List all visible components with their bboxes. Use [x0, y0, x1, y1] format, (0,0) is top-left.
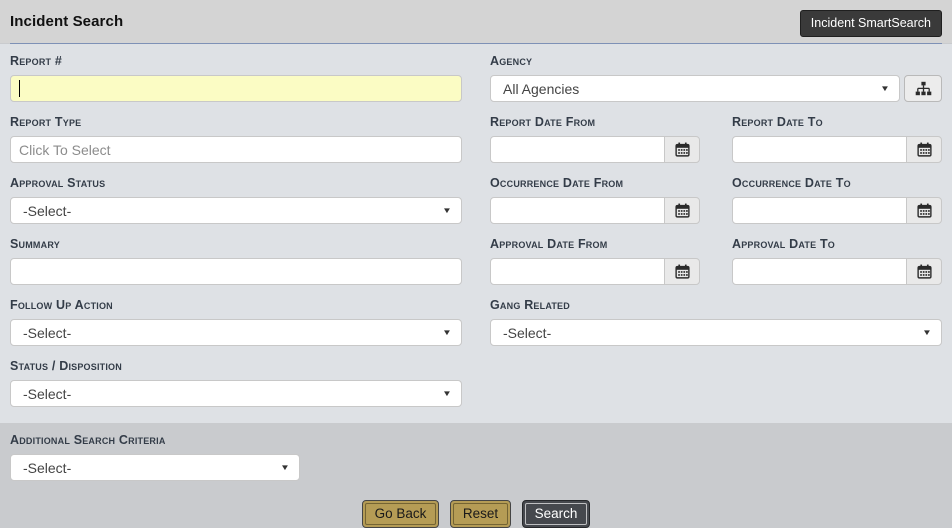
report-date-from-input[interactable] [490, 136, 665, 163]
agency-hierarchy-button[interactable] [904, 75, 942, 102]
follow-up-action-select[interactable]: -Select- ▼ [10, 319, 462, 346]
agency-value: All Agencies [503, 81, 881, 97]
occurrence-date-to-input[interactable] [732, 197, 907, 224]
approval-date-to-label: Approval Date To [732, 237, 942, 251]
approval-status-field: Approval Status -Select- ▼ [10, 176, 462, 224]
gang-related-select[interactable]: -Select- ▼ [490, 319, 942, 346]
additional-search-criteria-value: -Select- [23, 460, 281, 476]
report-type-field: Report Type [10, 115, 462, 163]
approval-date-from-label: Approval Date From [490, 237, 700, 251]
lower-section: Additional Search Criteria -Select- ▼ Go… [0, 423, 952, 528]
page-header: Incident Search Incident SmartSearch [0, 0, 952, 43]
calendar-icon [917, 264, 932, 279]
report-date-from-field: Report Date From [490, 115, 700, 163]
occurrence-date-to-label: Occurrence Date To [732, 176, 942, 190]
chevron-down-icon: ▼ [442, 206, 452, 215]
chevron-down-icon: ▼ [442, 328, 452, 337]
approval-status-value: -Select- [23, 203, 443, 219]
search-form-panel: Report # Report Type Approval Status -Se… [0, 44, 952, 423]
gang-related-label: Gang Related [490, 298, 942, 312]
status-disposition-field: Status / Disposition -Select- ▼ [10, 359, 462, 407]
action-buttons: Go Back Reset Search [10, 500, 942, 528]
approval-status-select[interactable]: -Select- ▼ [10, 197, 462, 224]
calendar-icon [675, 142, 690, 157]
left-column: Report # Report Type Approval Status -Se… [10, 54, 462, 420]
summary-label: Summary [10, 237, 462, 251]
go-back-button[interactable]: Go Back [362, 500, 440, 528]
follow-up-action-field: Follow Up Action -Select- ▼ [10, 298, 462, 346]
text-caret [19, 80, 20, 97]
sitemap-icon [915, 81, 932, 96]
report-date-to-label: Report Date To [732, 115, 942, 129]
approval-date-from-calendar-button[interactable] [664, 258, 700, 285]
chevron-down-icon: ▼ [880, 84, 890, 93]
report-number-input[interactable] [10, 75, 462, 102]
occurrence-date-from-input[interactable] [490, 197, 665, 224]
approval-status-label: Approval Status [10, 176, 462, 190]
summary-input[interactable] [10, 258, 462, 285]
chevron-down-icon: ▼ [442, 389, 452, 398]
occurrence-date-to-calendar-button[interactable] [906, 197, 942, 224]
follow-up-action-value: -Select- [23, 325, 443, 341]
right-column: Agency All Agencies ▼ [490, 54, 942, 359]
approval-date-from-field: Approval Date From [490, 237, 700, 285]
occurrence-date-from-field: Occurrence Date From [490, 176, 700, 224]
calendar-icon [917, 142, 932, 157]
report-type-label: Report Type [10, 115, 462, 129]
report-type-input[interactable] [10, 136, 462, 163]
agency-label: Agency [490, 54, 942, 68]
agency-select[interactable]: All Agencies ▼ [490, 75, 900, 102]
report-number-field: Report # [10, 54, 462, 102]
summary-field: Summary [10, 237, 462, 285]
status-disposition-label: Status / Disposition [10, 359, 462, 373]
chevron-down-icon: ▼ [280, 463, 290, 472]
report-date-fields: Report Date From [490, 115, 942, 163]
chevron-down-icon: ▼ [922, 328, 932, 337]
incident-smartsearch-button[interactable]: Incident SmartSearch [800, 10, 942, 37]
status-disposition-value: -Select- [23, 386, 443, 402]
approval-date-to-calendar-button[interactable] [906, 258, 942, 285]
calendar-icon [917, 203, 932, 218]
approval-date-to-field: Approval Date To [732, 237, 942, 285]
additional-search-criteria-field: Additional Search Criteria -Select- ▼ [10, 433, 942, 481]
approval-date-to-input[interactable] [732, 258, 907, 285]
report-number-label: Report # [10, 54, 462, 68]
follow-up-action-label: Follow Up Action [10, 298, 462, 312]
occurrence-date-fields: Occurrence Date From [490, 176, 942, 224]
gang-related-field: Gang Related -Select- ▼ [490, 298, 942, 346]
report-date-to-field: Report Date To [732, 115, 942, 163]
calendar-icon [675, 203, 690, 218]
calendar-icon [675, 264, 690, 279]
occurrence-date-from-label: Occurrence Date From [490, 176, 700, 190]
report-date-to-input[interactable] [732, 136, 907, 163]
occurrence-date-to-field: Occurrence Date To [732, 176, 942, 224]
search-button[interactable]: Search [522, 500, 591, 528]
additional-search-criteria-select[interactable]: -Select- ▼ [10, 454, 300, 481]
occurrence-date-from-calendar-button[interactable] [664, 197, 700, 224]
reset-button[interactable]: Reset [450, 500, 511, 528]
status-disposition-select[interactable]: -Select- ▼ [10, 380, 462, 407]
approval-date-from-input[interactable] [490, 258, 665, 285]
approval-date-fields: Approval Date From [490, 237, 942, 285]
report-date-from-label: Report Date From [490, 115, 700, 129]
gang-related-value: -Select- [503, 325, 923, 341]
report-date-to-calendar-button[interactable] [906, 136, 942, 163]
additional-search-criteria-label: Additional Search Criteria [10, 433, 942, 447]
agency-field: Agency All Agencies ▼ [490, 54, 942, 102]
report-date-from-calendar-button[interactable] [664, 136, 700, 163]
